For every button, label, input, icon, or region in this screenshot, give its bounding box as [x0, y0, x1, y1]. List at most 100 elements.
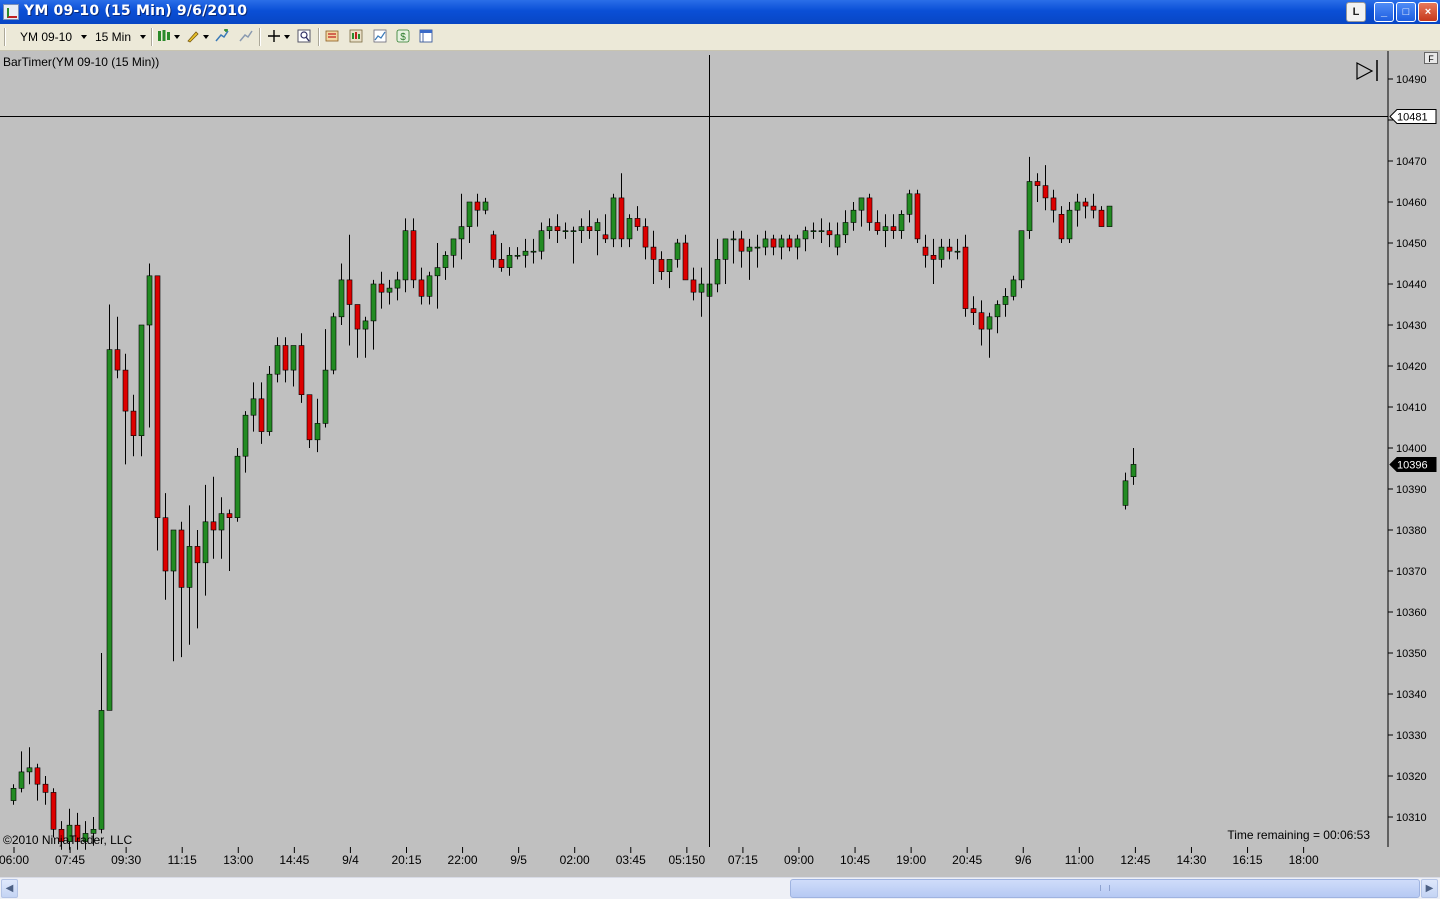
candle-down	[1058, 214, 1065, 240]
x-tick-label: 11:15	[168, 853, 197, 867]
close-button[interactable]: ×	[1418, 2, 1438, 22]
y-tick-label: 10310	[1396, 812, 1427, 824]
y-tick-label: 10390	[1396, 484, 1427, 496]
candle-down	[658, 259, 665, 272]
candle-down	[1090, 205, 1097, 211]
chevron-down-icon[interactable]	[140, 35, 146, 39]
crosshair-price-text: 10481	[1397, 112, 1428, 124]
candle-down	[1050, 197, 1057, 211]
x-axis: 06:00 07:45 09:30 11:15 13:00 14:45 9/4 20:15 22…	[0, 847, 1319, 867]
candle-down	[1042, 185, 1049, 199]
candle-down	[682, 242, 689, 281]
candle-down	[1082, 201, 1089, 207]
candle-up	[882, 226, 889, 232]
candle-up	[266, 373, 273, 432]
y-tick-label: 10340	[1396, 689, 1427, 701]
x-tick-label: 10:45	[840, 853, 870, 867]
candle-up	[290, 345, 297, 371]
scroll-to-end-icon[interactable]	[1356, 60, 1378, 81]
maximize-button[interactable]: □	[1396, 2, 1416, 22]
candle-down	[210, 521, 217, 531]
candle-up	[1026, 181, 1033, 232]
candle-down	[50, 792, 57, 830]
x-tick-label: 9/5	[510, 853, 527, 867]
candle-up	[1002, 296, 1009, 305]
chart-area[interactable]: 10310 10320 10330 10340 10350 10360 10370 10380…	[0, 51, 1440, 875]
candle-down	[114, 349, 121, 371]
remove-indicator-icon[interactable]	[239, 29, 253, 43]
x-tick-label: 9/4	[342, 853, 359, 867]
candle-down	[770, 238, 777, 248]
candle-down	[690, 279, 697, 293]
x-tick-label: 16:15	[1233, 853, 1263, 867]
data-box-icon[interactable]	[325, 29, 339, 43]
chart-properties-icon[interactable]	[373, 29, 387, 43]
candle-up	[98, 710, 105, 830]
x-tick-label: 18:00	[1289, 853, 1319, 867]
candle-down	[354, 304, 361, 330]
candlestick-style-icon[interactable]	[157, 29, 171, 43]
candle-up	[514, 255, 521, 257]
template-icon[interactable]	[419, 29, 433, 43]
horizontal-scrollbar[interactable]: ◀ ▶	[0, 877, 1440, 899]
scroll-grip-icon	[1100, 885, 1110, 891]
candle-up	[402, 230, 409, 281]
candle-up	[538, 230, 545, 252]
interval-selector[interactable]: 15 Min	[95, 30, 131, 44]
zoom-icon[interactable]	[297, 29, 311, 43]
candle-up	[1066, 209, 1073, 240]
candle-up	[322, 369, 329, 424]
add-indicator-icon[interactable]	[215, 29, 229, 43]
chevron-down-icon[interactable]	[81, 35, 87, 39]
candle-down	[922, 246, 929, 256]
y-tick-label: 10360	[1396, 607, 1427, 619]
price-chart[interactable]: 10310 10320 10330 10340 10350 10360 10370 10380…	[0, 51, 1440, 875]
candle-up	[202, 521, 209, 564]
title-bar[interactable]: YM 09-10 (15 Min) 9/6/2010 L _ □ ×	[0, 0, 1440, 24]
instrument-selector[interactable]: YM 09-10	[20, 30, 72, 44]
candle-up	[1074, 201, 1081, 211]
toolbar-separator	[318, 28, 320, 46]
candle-up	[546, 226, 553, 232]
candle-down	[970, 308, 977, 314]
scroll-right-button[interactable]: ▶	[1421, 879, 1438, 898]
pencil-draw-icon[interactable]	[186, 29, 200, 43]
chevron-down-icon[interactable]	[284, 35, 290, 39]
candle-down	[34, 767, 41, 785]
candle-down	[786, 238, 793, 248]
candle-up	[426, 275, 433, 297]
minimize-button[interactable]: _	[1374, 2, 1394, 22]
candle-up	[666, 259, 673, 272]
scroll-left-button[interactable]: ◀	[1, 879, 18, 898]
candle-down	[226, 513, 233, 519]
candle-up	[314, 423, 321, 441]
toolbar-separator	[151, 28, 153, 46]
candle-up	[810, 230, 817, 232]
y-tick-label: 10320	[1396, 771, 1427, 783]
candle-down	[634, 218, 641, 227]
chevron-down-icon[interactable]	[174, 35, 180, 39]
crosshair-icon[interactable]	[267, 29, 281, 43]
x-tick-label: 14:30	[1176, 853, 1206, 867]
x-tick-label: 09:00	[784, 853, 814, 867]
y-tick-label: 10370	[1396, 566, 1427, 578]
strategy-icon[interactable]	[349, 29, 363, 43]
candle-down	[122, 369, 129, 412]
x-tick-label: 14:45	[279, 853, 309, 867]
candle-down	[642, 226, 649, 248]
candle-down	[826, 230, 833, 236]
y-tick-label: 10470	[1396, 156, 1427, 168]
candle-down	[130, 410, 137, 437]
x-tick-label: 11:00	[1065, 853, 1094, 867]
x-tick-label: 22:00	[448, 853, 478, 867]
candle-down	[306, 394, 313, 441]
candle-down	[378, 283, 385, 293]
candle-down	[298, 345, 305, 396]
dollar-icon[interactable]: $	[396, 29, 410, 43]
candle-up	[370, 283, 377, 322]
copyright-text: ©2010 NinjaTrader, LLC	[3, 833, 132, 847]
candle-down	[586, 226, 593, 232]
l-button[interactable]: L	[1346, 2, 1366, 22]
candle-up	[218, 513, 225, 531]
chevron-down-icon[interactable]	[203, 35, 209, 39]
